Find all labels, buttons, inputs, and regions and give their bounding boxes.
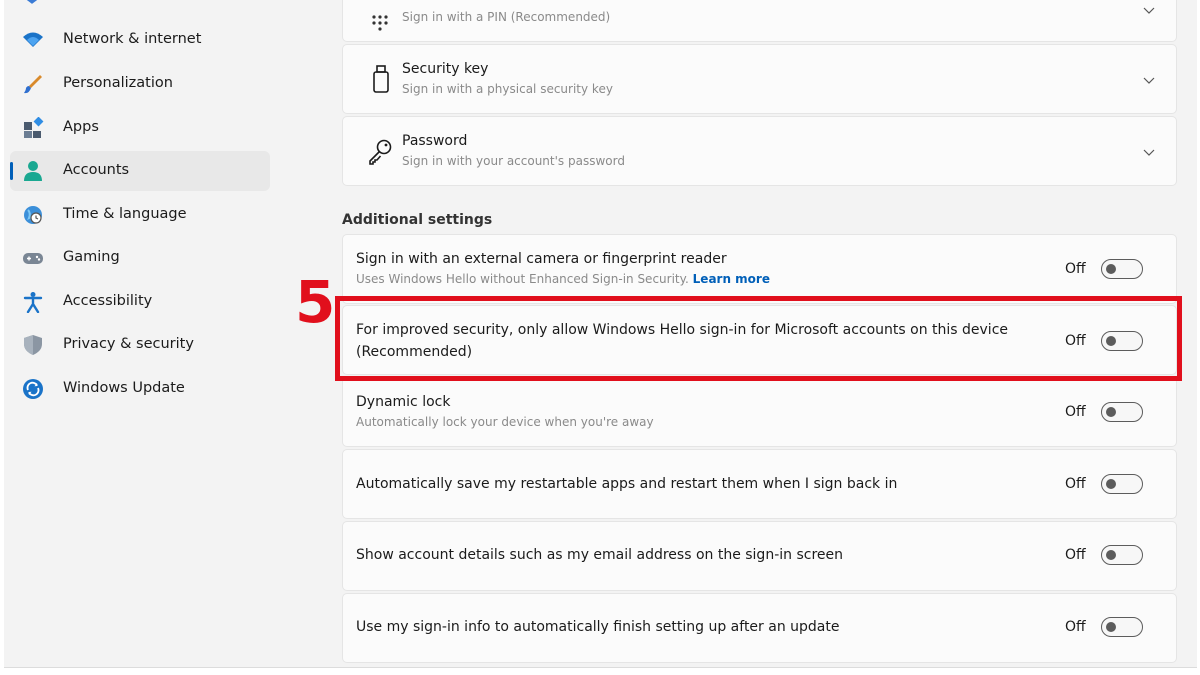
home-icon-fragment bbox=[26, 0, 38, 4]
pin-keypad-icon bbox=[372, 15, 388, 31]
toggle-knob bbox=[1106, 550, 1116, 560]
gamepad-icon bbox=[23, 253, 43, 264]
setting-title: Show account details such as my email ad… bbox=[356, 547, 843, 563]
sidebar-item-label: Gaming bbox=[63, 249, 120, 265]
setting-title: Dynamic lock bbox=[356, 394, 451, 410]
toggle-state-label: Off bbox=[1065, 333, 1086, 349]
settings-window: Network & internet Personalization Apps … bbox=[4, 0, 1197, 668]
person-icon bbox=[24, 161, 42, 181]
chevron-down-icon bbox=[1143, 7, 1155, 14]
bottom-strip bbox=[0, 668, 1200, 675]
dynamic-lock-setting[interactable]: Dynamic lock Automatically lock your dev… bbox=[342, 377, 1177, 447]
update-icon bbox=[23, 379, 43, 399]
sidebar-item-personalization[interactable]: Personalization bbox=[10, 64, 270, 104]
setting-title-line2: (Recommended) bbox=[356, 344, 473, 360]
sidebar-item-privacy-security[interactable]: Privacy & security bbox=[10, 325, 270, 365]
toggle-knob bbox=[1106, 479, 1116, 489]
wifi-icon bbox=[23, 32, 43, 47]
setting-subtitle: Automatically lock your device when you'… bbox=[356, 415, 654, 429]
password-title: Password bbox=[402, 133, 468, 149]
account-details-toggle[interactable] bbox=[1101, 545, 1143, 565]
security-key-title: Security key bbox=[402, 61, 489, 77]
setting-title: For improved security, only allow Window… bbox=[356, 322, 1009, 338]
sidebar-item-windows-update[interactable]: Windows Update bbox=[10, 369, 270, 409]
security-key-subtitle: Sign in with a physical security key bbox=[402, 82, 613, 96]
setting-title: Use my sign-in info to automatically fin… bbox=[356, 619, 840, 635]
toggle-state-label: Off bbox=[1065, 547, 1086, 563]
toggle-knob bbox=[1106, 336, 1116, 346]
sidebar-item-label: Time & language bbox=[63, 206, 187, 222]
sidebar-item-label: Privacy & security bbox=[63, 336, 194, 352]
apps-icon bbox=[24, 117, 44, 138]
sidebar-item-label: Accounts bbox=[63, 162, 130, 178]
pin-subtitle: Sign in with a PIN (Recommended) bbox=[402, 10, 611, 24]
toggle-knob bbox=[1106, 264, 1116, 274]
security-key-card[interactable]: Security key Sign in with a physical sec… bbox=[342, 44, 1177, 114]
dynamic-lock-toggle[interactable] bbox=[1101, 402, 1143, 422]
toggle-knob bbox=[1106, 407, 1116, 417]
password-subtitle: Sign in with your account's password bbox=[402, 154, 625, 168]
sidebar-item-label: Accessibility bbox=[63, 293, 153, 309]
restartable-apps-setting: Automatically save my restartable apps a… bbox=[342, 449, 1177, 519]
windows-hello-only-toggle[interactable] bbox=[1101, 331, 1143, 351]
globe-clock-icon bbox=[24, 206, 42, 224]
sidebar-item-apps[interactable]: Apps bbox=[10, 108, 270, 148]
toggle-state-label: Off bbox=[1065, 619, 1086, 635]
sidebar-item-network[interactable]: Network & internet bbox=[10, 20, 270, 60]
shield-icon bbox=[24, 335, 42, 355]
password-card[interactable]: Password Sign in with your account's pas… bbox=[342, 116, 1177, 186]
sidebar-item-time-language[interactable]: Time & language bbox=[10, 195, 270, 235]
restartable-apps-toggle[interactable] bbox=[1101, 474, 1143, 494]
accessibility-icon bbox=[23, 292, 43, 313]
toggle-state-label: Off bbox=[1065, 476, 1086, 492]
setting-title: Automatically save my restartable apps a… bbox=[356, 476, 898, 492]
paintbrush-icon bbox=[24, 75, 42, 94]
pin-option-card[interactable]: Sign in with a PIN (Recommended) bbox=[342, 0, 1177, 42]
key-icon bbox=[369, 139, 392, 165]
sidebar-item-label: Network & internet bbox=[63, 31, 202, 47]
sidebar-item-accounts[interactable]: Accounts bbox=[10, 151, 270, 191]
toggle-knob bbox=[1106, 622, 1116, 632]
learn-more-link[interactable]: Learn more bbox=[693, 272, 770, 286]
sidebar-item-accessibility[interactable]: Accessibility bbox=[10, 282, 270, 322]
step-number-annotation: 5 bbox=[295, 268, 336, 336]
chevron-down-icon bbox=[1143, 149, 1155, 156]
windows-hello-only-setting: For improved security, only allow Window… bbox=[342, 305, 1177, 375]
external-camera-toggle[interactable] bbox=[1101, 259, 1143, 279]
selection-indicator bbox=[10, 162, 13, 180]
usb-key-icon bbox=[373, 65, 389, 93]
setting-title: Sign in with an external camera or finge… bbox=[356, 251, 727, 267]
account-details-setting: Show account details such as my email ad… bbox=[342, 521, 1177, 591]
sign-in-info-setting: Use my sign-in info to automatically fin… bbox=[342, 593, 1177, 663]
sidebar-item-label: Personalization bbox=[63, 75, 173, 91]
toggle-state-label: Off bbox=[1065, 404, 1086, 420]
sign-in-info-toggle[interactable] bbox=[1101, 617, 1143, 637]
additional-settings-heading: Additional settings bbox=[342, 212, 493, 228]
sidebar-item-label: Windows Update bbox=[63, 380, 185, 396]
sidebar-item-label: Apps bbox=[63, 119, 99, 135]
external-camera-setting: Sign in with an external camera or finge… bbox=[342, 234, 1177, 304]
chevron-down-icon bbox=[1143, 77, 1155, 84]
toggle-state-label: Off bbox=[1065, 261, 1086, 277]
sidebar-item-gaming[interactable]: Gaming bbox=[10, 238, 270, 278]
setting-subtitle: Uses Windows Hello without Enhanced Sign… bbox=[356, 272, 770, 286]
